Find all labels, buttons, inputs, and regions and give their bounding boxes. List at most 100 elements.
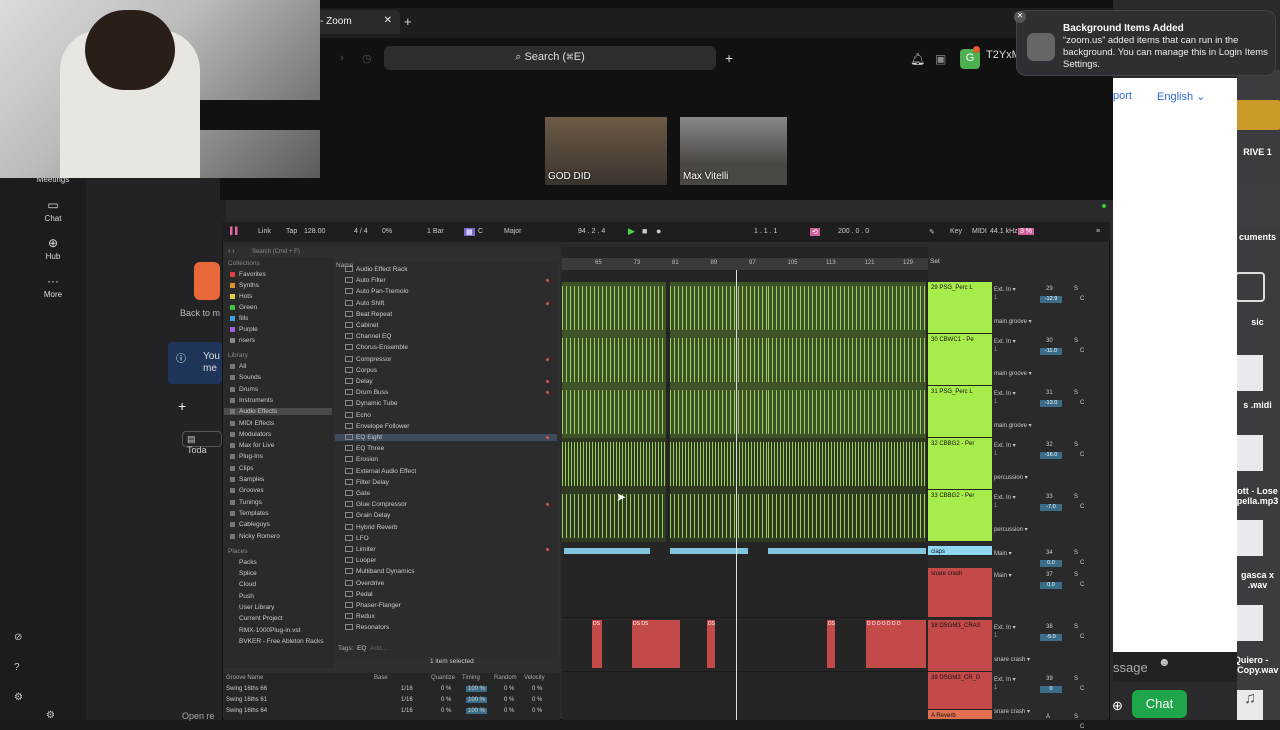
track-lane[interactable]: DS DS DS DS DS D D D D D D D: [562, 620, 928, 672]
menu-icon[interactable]: ≡: [1096, 228, 1100, 235]
groove-base[interactable]: 1/16: [401, 708, 413, 714]
list-item[interactable]: External Audio Effect: [345, 467, 416, 475]
list-item[interactable]: Beat Repeat: [345, 310, 392, 318]
sidebar-item-collection[interactable]: Hots: [230, 293, 252, 300]
solo-button[interactable]: S: [1074, 624, 1078, 630]
timeline-ruler[interactable]: 65 73 81 89 97 105 113 121 129: [562, 258, 928, 270]
groove-name[interactable]: Swing 16ths 66: [226, 686, 267, 692]
groove-random[interactable]: 0 %: [504, 708, 514, 714]
position-field[interactable]: 94 . 2 . 4: [578, 228, 605, 235]
solo-button[interactable]: S: [1074, 494, 1078, 500]
support-link[interactable]: port: [1113, 90, 1132, 102]
input-select[interactable]: Ext. In ▾: [994, 676, 1016, 683]
groove-quantize[interactable]: 0 %: [441, 697, 451, 703]
list-item[interactable]: Chorus-Ensemble: [345, 344, 408, 351]
list-item[interactable]: Echo: [345, 411, 371, 419]
sidebar-item-hub[interactable]: ⊕ Hub: [20, 236, 86, 261]
loop-start-field[interactable]: 1 . 1 . 1: [754, 228, 777, 235]
playhead[interactable]: [736, 270, 737, 720]
list-item[interactable]: Overdrive: [345, 579, 384, 587]
audio-clip[interactable]: DS: [592, 620, 602, 668]
add-icon[interactable]: +: [178, 398, 186, 414]
track-header[interactable]: 32 CBBG2 - Per: [928, 438, 992, 490]
audio-clip[interactable]: [768, 548, 926, 554]
volume-field[interactable]: -5.0: [1040, 634, 1062, 641]
track-header[interactable]: 31 PSG_Perc L: [928, 386, 992, 438]
track-header[interactable]: 30 CBWC1 - Pe: [928, 334, 992, 386]
sidebar-item-place[interactable]: Cloud: [239, 581, 256, 588]
input-select[interactable]: Ext. In ▾: [994, 286, 1016, 293]
volume-field[interactable]: 0: [1040, 686, 1062, 693]
list-item[interactable]: Dynamic Tube: [345, 400, 398, 407]
tag-chip[interactable]: EQ: [357, 645, 366, 652]
channel-select[interactable]: 1: [994, 633, 997, 639]
sidebar-item-place[interactable]: Current Project: [239, 615, 283, 622]
loop-icon[interactable]: ⟲: [810, 228, 820, 236]
search-input[interactable]: ⌕ Search (⌘E): [384, 46, 716, 70]
solo-button[interactable]: S: [1074, 572, 1078, 578]
track-header[interactable]: A Reverb: [928, 710, 992, 720]
list-item[interactable]: EQ Three: [345, 445, 384, 452]
list-item[interactable]: Auto Pan-Tremolo: [345, 288, 409, 295]
forward-icon[interactable]: ›: [340, 52, 344, 64]
groove-velocity[interactable]: 0 %: [532, 708, 542, 714]
audio-clip[interactable]: [562, 386, 666, 438]
folder-icon[interactable]: [1235, 272, 1265, 302]
track-header[interactable]: 39 DSGM3_CR_D: [928, 672, 992, 710]
list-item[interactable]: Auto Filter: [345, 277, 549, 284]
attach-icon[interactable]: ⊕: [1112, 698, 1123, 714]
tempo-field[interactable]: 128.00: [304, 228, 325, 235]
pan-field[interactable]: C: [1080, 400, 1084, 406]
sidebar-item-library[interactable]: MIDI Effects: [230, 420, 274, 427]
list-item[interactable]: Corpus: [345, 366, 377, 374]
record-icon[interactable]: ●: [656, 226, 661, 236]
volume-field[interactable]: -12.9: [1040, 296, 1062, 303]
help-icon[interactable]: ?: [14, 662, 20, 673]
solo-button[interactable]: S: [1074, 338, 1078, 344]
pencil-icon[interactable]: ✎: [929, 228, 935, 236]
list-item[interactable]: Cabinet: [345, 322, 378, 329]
output-select[interactable]: main groove ▾: [994, 370, 1032, 377]
sidebar-item-place[interactable]: User Library: [239, 604, 274, 611]
output-select[interactable]: main groove ▾: [994, 422, 1032, 429]
back-icon[interactable]: [194, 262, 220, 300]
groove-base[interactable]: 1/16: [401, 686, 413, 692]
output-select[interactable]: main groove ▾: [994, 318, 1032, 325]
audio-file-icon[interactable]: [1237, 435, 1263, 471]
audio-clip[interactable]: [562, 334, 666, 386]
scale-icon[interactable]: ▦: [464, 228, 475, 236]
pan-field[interactable]: C: [1080, 348, 1084, 354]
audio-clip[interactable]: [768, 334, 926, 386]
sidebar-item-chat[interactable]: ▭ Chat: [20, 198, 86, 223]
apps-icon[interactable]: ▣: [935, 52, 946, 66]
sidebar-item-library[interactable]: Samples: [230, 476, 264, 483]
input-select[interactable]: Main ▾: [994, 572, 1012, 579]
list-item[interactable]: Redux: [345, 613, 375, 620]
sidebar-item-library[interactable]: Nicky Romero: [230, 533, 280, 540]
list-item[interactable]: Drum Buss: [345, 389, 549, 396]
input-select[interactable]: Ext. In ▾: [994, 338, 1016, 345]
sidebar-item-library[interactable]: Instruments: [230, 397, 273, 404]
bell-icon[interactable]: 🔔︎: [910, 52, 925, 66]
groove-name[interactable]: Swing 16ths 64: [226, 708, 267, 714]
solo-button[interactable]: S: [1074, 390, 1078, 396]
list-item[interactable]: Auto Shift: [345, 299, 549, 307]
solo-button[interactable]: S: [1074, 676, 1078, 682]
pan-field[interactable]: C: [1080, 582, 1084, 588]
groove-random[interactable]: 0 %: [504, 697, 514, 703]
pan-field[interactable]: C: [1080, 296, 1084, 302]
output-select[interactable]: percussion ▾: [994, 526, 1028, 533]
sidebar-item-collection[interactable]: Purple: [230, 326, 258, 333]
groove-velocity[interactable]: 0 %: [532, 686, 542, 692]
list-item[interactable]: Audio Effect Rack: [345, 266, 408, 273]
audio-clip[interactable]: [768, 490, 926, 542]
new-tab-icon[interactable]: +: [404, 14, 412, 29]
sidebar-item-place[interactable]: Packs: [239, 559, 257, 566]
drive-icon[interactable]: [1235, 100, 1280, 130]
channel-select[interactable]: 1: [994, 451, 997, 457]
sidebar-item-collection[interactable]: fills: [230, 315, 248, 322]
sidebar-item-library[interactable]: Cableguys: [230, 521, 270, 528]
sidebar-item-library[interactable]: Templates: [230, 510, 269, 517]
sidebar-item-more[interactable]: ··· More: [20, 274, 86, 299]
audio-clip[interactable]: [768, 438, 926, 490]
